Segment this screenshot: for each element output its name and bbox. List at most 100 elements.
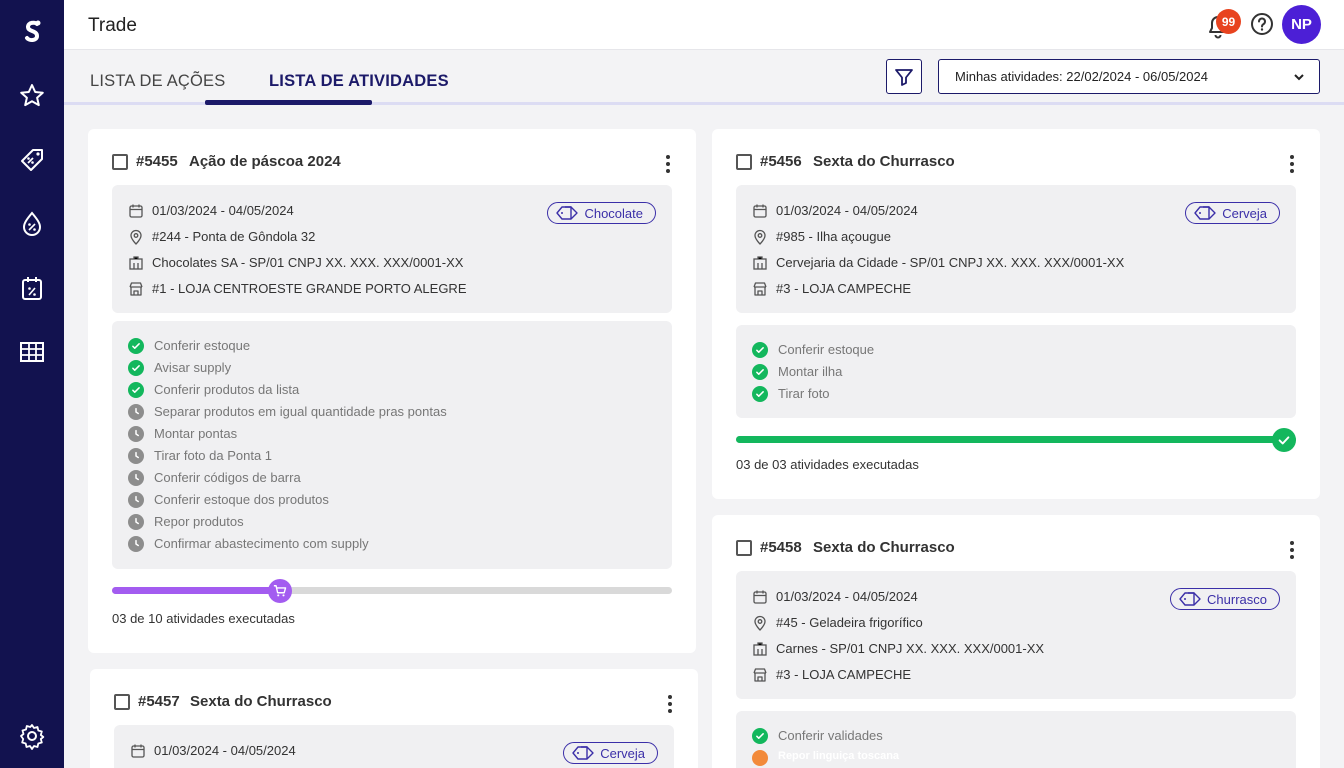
more-options-icon[interactable] — [1288, 539, 1296, 559]
activity-label: Conferir estoque dos produtos — [154, 492, 329, 507]
activity-label: Avisar supply — [154, 360, 232, 375]
clock-icon — [128, 514, 144, 530]
table-icon[interactable] — [16, 336, 48, 368]
category-tag: Chocolate — [547, 202, 656, 224]
date-range: 01/03/2024 - 04/05/2024 — [776, 203, 918, 218]
card-checkbox[interactable] — [112, 154, 128, 170]
help-icon[interactable] — [1250, 12, 1274, 36]
card-header: #5458 Sexta do Churrasco — [736, 539, 1296, 559]
calendar-icon — [753, 204, 767, 218]
tag-discount-icon[interactable] — [16, 144, 48, 176]
progress-fill — [112, 587, 280, 594]
progress-fill — [736, 436, 1296, 443]
activity-label: Tirar foto — [778, 386, 830, 401]
location-pin-icon — [130, 229, 142, 245]
tag-icon — [1194, 206, 1216, 220]
avatar[interactable]: NP — [1282, 5, 1321, 44]
clock-icon — [128, 426, 144, 442]
activity-label: Conferir estoque — [778, 342, 875, 357]
card-header: #5456 Sexta do Churrasco — [736, 153, 1296, 173]
activity-list: Conferir estoque Avisar supply Conferir pr… — [112, 321, 672, 569]
activity-label: Repor produtos — [154, 514, 244, 529]
location: #244 - Ponta de Gôndola 32 — [152, 229, 316, 244]
card-id: #5458 — [760, 539, 802, 556]
activity-list: Conferir estoque Montar ilha Tirar foto — [736, 325, 1296, 418]
tag-label: Chocolate — [584, 205, 643, 221]
more-options-icon[interactable] — [1288, 153, 1296, 173]
card-checkbox[interactable] — [736, 540, 752, 556]
category-tag: Churrasco — [1170, 588, 1280, 610]
star-icon[interactable] — [16, 80, 48, 112]
clock-icon — [128, 536, 144, 552]
cart-icon — [268, 579, 292, 603]
card-checkbox[interactable] — [736, 154, 752, 170]
card-title: Sexta do Churrasco — [813, 153, 955, 170]
sidebar — [0, 0, 64, 768]
activity-label: Separar produtos em igual quantidade pra… — [154, 404, 447, 419]
category-tag: Cerveja — [1185, 202, 1280, 224]
tag-label: Cerveja — [1222, 205, 1267, 221]
filter-button[interactable] — [886, 59, 922, 94]
card-title: Sexta do Churrasco — [190, 693, 332, 710]
location: #45 - Geladeira frigorífico — [776, 615, 923, 630]
filter-icon — [895, 68, 913, 86]
activity-label: Conferir validades — [778, 728, 883, 743]
company: Carnes - SP/01 CNPJ XX. XXX. XXX/0001-XX — [776, 641, 1045, 656]
card-header: #5455 Ação de páscoa 2024 — [112, 153, 672, 173]
card-id: #5455 — [136, 153, 178, 170]
card-checkbox[interactable] — [114, 694, 130, 710]
calendar-icon — [129, 204, 143, 218]
location-pin-icon — [754, 615, 766, 631]
company: Chocolates SA - SP/01 CNPJ XX. XXX. XXX/… — [152, 255, 464, 270]
clock-icon — [128, 492, 144, 508]
clock-icon — [128, 470, 144, 486]
date-range-select[interactable]: Minhas atividades: 22/02/2024 - 06/05/20… — [938, 59, 1320, 94]
store-icon — [753, 282, 767, 296]
drop-percent-icon[interactable] — [16, 208, 48, 240]
card-title: Ação de páscoa 2024 — [189, 153, 341, 170]
warning-icon: Repor linguiça toscana — [752, 750, 899, 766]
card-info: 01/03/2024 - 04/05/2024 #985 - Ilha açou… — [736, 185, 1296, 313]
date-range: 01/03/2024 - 04/05/2024 — [152, 203, 294, 218]
store: #3 - LOJA CAMPECHE — [776, 281, 912, 296]
company: Cervejaria da Cidade - SP/01 CNPJ XX. XX… — [776, 255, 1125, 270]
date-range: 01/03/2024 - 04/05/2024 — [776, 589, 918, 604]
card-header: #5457 Sexta do Churrasco — [114, 693, 674, 713]
check-icon — [1272, 428, 1296, 452]
store-icon — [753, 668, 767, 682]
tab-lista-de-atividades[interactable]: LISTA DE ATIVIDADES — [269, 72, 449, 91]
more-options-icon[interactable] — [664, 153, 672, 173]
check-circle-icon — [128, 382, 144, 398]
gear-icon[interactable] — [16, 720, 48, 752]
tag-label: Churrasco — [1207, 591, 1267, 607]
card-id: #5456 — [760, 153, 802, 170]
calendar-icon — [131, 744, 145, 758]
tag-label: Cerveja — [600, 745, 645, 761]
location-pin-icon — [754, 229, 766, 245]
activity-list: Conferir validades Repor linguiça toscana — [736, 711, 1296, 768]
progress-text: 03 de 10 atividades executadas — [112, 611, 295, 626]
card-title: Sexta do Churrasco — [813, 539, 955, 556]
activity-label: Tirar foto da Ponta 1 — [154, 448, 273, 463]
more-options-icon[interactable] — [666, 693, 674, 713]
logo-icon[interactable] — [16, 16, 48, 48]
check-circle-icon — [128, 338, 144, 354]
check-circle-icon — [128, 360, 144, 376]
notification-badge: 99 — [1216, 9, 1241, 34]
check-circle-icon — [752, 364, 768, 380]
building-icon — [753, 256, 767, 270]
progress-text: 03 de 03 atividades executadas — [736, 457, 919, 472]
calendar-percent-icon[interactable] — [16, 272, 48, 304]
date-range-label: Minhas atividades: 22/02/2024 - 06/05/20… — [955, 69, 1208, 84]
date-range: 01/03/2024 - 04/05/2024 — [154, 743, 296, 758]
category-tag: Cerveja — [563, 742, 658, 764]
card-info: 01/03/2024 - 04/05/2024 #244 - Ponta de … — [112, 185, 672, 313]
activity-label: Montar pontas — [154, 426, 238, 441]
card-info: 01/03/2024 - 04/05/2024 Cerveja — [114, 725, 674, 768]
check-circle-icon — [752, 386, 768, 402]
tab-lista-de-acoes[interactable]: LISTA DE AÇÕES — [90, 72, 225, 91]
activity-card-5457: #5457 Sexta do Churrasco 01/03/2024 - 04… — [90, 669, 698, 768]
activity-label: Conferir produtos da lista — [154, 382, 300, 397]
tag-icon — [1179, 592, 1201, 606]
activity-card-5455: #5455 Ação de páscoa 2024 01/03/2024 - 0… — [88, 129, 696, 653]
